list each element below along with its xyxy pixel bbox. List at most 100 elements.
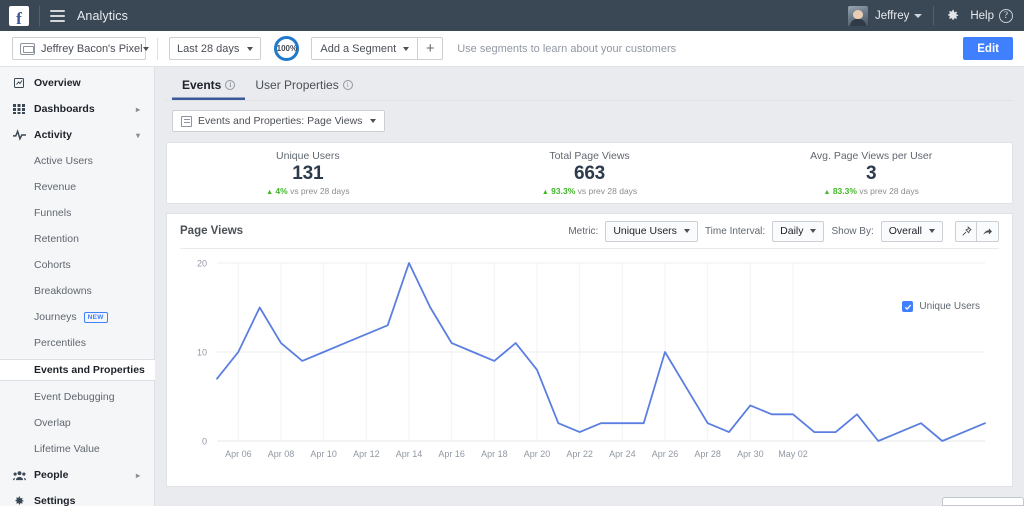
checkbox-checked-icon[interactable] xyxy=(902,301,914,312)
tab-bar: Events i User Properties i xyxy=(166,67,1013,101)
kpi-value: 663 xyxy=(573,163,606,185)
kpi-delta-suffix: vs prev 28 days xyxy=(290,185,350,196)
tab-label: User Properties xyxy=(255,78,339,92)
kpi-delta: ▲ 83.3% vs prev 28 days xyxy=(730,186,1012,196)
pixel-selector[interactable]: Jeffrey Bacon's Pixel xyxy=(12,37,149,60)
nav-divider xyxy=(933,6,935,25)
show-by-selector[interactable]: Overall xyxy=(880,220,943,242)
sidebar-item-journeys[interactable]: Journeys NEW xyxy=(0,307,154,327)
sidebar-item-lifetime-value[interactable]: Lifetime Value xyxy=(0,439,154,459)
sidebar-item-overlap[interactable]: Overlap xyxy=(0,413,154,433)
svg-text:Apr 12: Apr 12 xyxy=(353,449,380,459)
avatar[interactable] xyxy=(848,5,869,26)
svg-text:Apr 06: Apr 06 xyxy=(225,449,252,459)
svg-text:Apr 28: Apr 28 xyxy=(694,449,721,459)
metric-selector[interactable]: Unique Users xyxy=(605,220,698,242)
chart-plot-area: 0 10 20 Apr 06 Apr 08 Apr 10 Apr 12 Apr 14 Apr 1… xyxy=(167,249,1012,479)
info-icon[interactable]: i xyxy=(342,80,353,90)
sidebar-item-event-debugging[interactable]: Event Debugging xyxy=(0,387,154,407)
user-name-label[interactable]: Jeffrey xyxy=(875,10,909,22)
bottom-panel-handle[interactable] xyxy=(942,497,1024,506)
segment-hint-text: Use segments to learn about your custome… xyxy=(457,42,677,55)
chevron-down-icon[interactable] xyxy=(914,13,923,18)
summary-stats-card: Unique Users 131 ▲ 4% vs prev 28 days To… xyxy=(166,142,1013,204)
svg-text:Apr 24: Apr 24 xyxy=(609,449,636,459)
hamburger-icon[interactable] xyxy=(50,9,65,22)
sidebar-item-activity[interactable]: Activity ▾ xyxy=(0,125,154,145)
tab-user-properties[interactable]: User Properties i xyxy=(245,78,362,100)
app-title: Analytics xyxy=(77,8,128,23)
date-range-selector[interactable]: Last 28 days xyxy=(169,37,262,60)
sidebar-item-label: Percentiles xyxy=(34,337,86,349)
chevron-down-icon: ▾ xyxy=(135,130,140,140)
kpi-avg-page-views-per-user: Avg. Page Views per User 3 ▲ 83.3% vs pr… xyxy=(730,150,1012,196)
new-badge: NEW xyxy=(83,311,108,323)
pixel-icon xyxy=(20,42,35,55)
up-triangle-icon: ▲ xyxy=(541,188,549,196)
chevron-down-icon xyxy=(683,229,690,233)
sidebar-item-label: Funnels xyxy=(34,207,72,219)
metric-label: Metric: xyxy=(568,225,599,237)
kpi-delta-suffix: vs prev 28 days xyxy=(577,185,638,196)
svg-text:Apr 16: Apr 16 xyxy=(438,449,465,459)
question-circle-icon[interactable]: ? xyxy=(999,8,1013,23)
chart-square-icon xyxy=(13,77,26,89)
sidebar-item-events-and-properties[interactable]: Events and Properties xyxy=(0,359,155,381)
sidebar-item-breakdowns[interactable]: Breakdowns xyxy=(0,281,154,301)
sidebar-item-overview[interactable]: Overview xyxy=(0,73,154,93)
help-label[interactable]: Help xyxy=(970,10,994,22)
edit-button[interactable]: Edit xyxy=(963,37,1013,60)
time-interval-value: Daily xyxy=(780,225,804,237)
sidebar-item-label: Events and Properties xyxy=(34,364,145,376)
sidebar: Overview Dashboards ▸ Activity ▾ Active … xyxy=(0,67,155,506)
chart-legend-unique-users[interactable]: Unique Users xyxy=(902,301,980,312)
show-by-label: Show By: xyxy=(831,225,874,237)
sidebar-item-dashboards[interactable]: Dashboards ▸ xyxy=(0,99,154,119)
sidebar-item-label: People xyxy=(34,469,69,481)
sidebar-item-percentiles[interactable]: Percentiles xyxy=(0,333,154,353)
tab-label: Events xyxy=(182,78,222,92)
kpi-label: Unique Users xyxy=(276,150,340,163)
sidebar-item-revenue[interactable]: Revenue xyxy=(0,177,154,197)
add-segment-button[interactable]: Add a Segment xyxy=(312,38,417,59)
kpi-unique-users: Unique Users 131 ▲ 4% vs prev 28 days xyxy=(167,150,449,196)
sidebar-item-label: Retention xyxy=(34,233,79,245)
share-arrow-icon[interactable] xyxy=(977,220,999,242)
add-segment-plus-button[interactable]: + xyxy=(417,38,442,59)
kpi-delta: ▲ 93.3% vs prev 28 days xyxy=(449,186,731,196)
facebook-logo[interactable]: f xyxy=(9,5,29,27)
info-icon[interactable]: i xyxy=(225,80,236,90)
sidebar-item-people[interactable]: People ▸ xyxy=(0,465,154,485)
data-completeness-badge[interactable]: 100% xyxy=(274,36,300,61)
chevron-right-icon: ▸ xyxy=(135,470,140,480)
svg-text:Apr 10: Apr 10 xyxy=(310,449,337,459)
kpi-value: 131 xyxy=(292,163,324,185)
sidebar-item-label: Activity xyxy=(34,129,72,141)
show-by-value: Overall xyxy=(888,225,922,237)
chart-header: Page Views Metric: Unique Users Time Int… xyxy=(167,214,1012,248)
top-nav-right-group: Jeffrey Help ? xyxy=(848,5,1024,26)
svg-text:Apr 14: Apr 14 xyxy=(396,449,423,459)
chevron-down-icon xyxy=(403,46,410,51)
tab-events[interactable]: Events i xyxy=(172,78,245,100)
legend-label: Unique Users xyxy=(919,301,980,312)
sidebar-item-active-users[interactable]: Active Users xyxy=(0,151,154,171)
pin-icon[interactable] xyxy=(955,220,977,242)
metric-value: Unique Users xyxy=(613,225,677,237)
sidebar-item-cohorts[interactable]: Cohorts xyxy=(0,255,154,275)
pulse-icon xyxy=(13,129,26,141)
sidebar-item-settings[interactable]: Settings xyxy=(0,491,154,506)
sidebar-item-label: Active Users xyxy=(34,155,93,167)
toolbar-divider xyxy=(157,37,158,60)
time-interval-label: Time Interval: xyxy=(704,225,766,237)
sidebar-item-label: Event Debugging xyxy=(34,391,115,403)
time-interval-selector[interactable]: Daily xyxy=(772,220,825,242)
gear-icon[interactable] xyxy=(945,8,960,23)
svg-text:10: 10 xyxy=(197,348,207,358)
sidebar-item-funnels[interactable]: Funnels xyxy=(0,203,154,223)
line-chart-svg[interactable]: 0 10 20 Apr 06 Apr 08 Apr 10 Apr 12 Apr 14 Apr 1… xyxy=(167,249,1007,479)
svg-text:0: 0 xyxy=(202,437,207,447)
main-content: Events i User Properties i Events and Pr… xyxy=(155,67,1024,506)
event-filter-selector[interactable]: Events and Properties: Page Views xyxy=(172,110,386,132)
sidebar-item-retention[interactable]: Retention xyxy=(0,229,154,249)
